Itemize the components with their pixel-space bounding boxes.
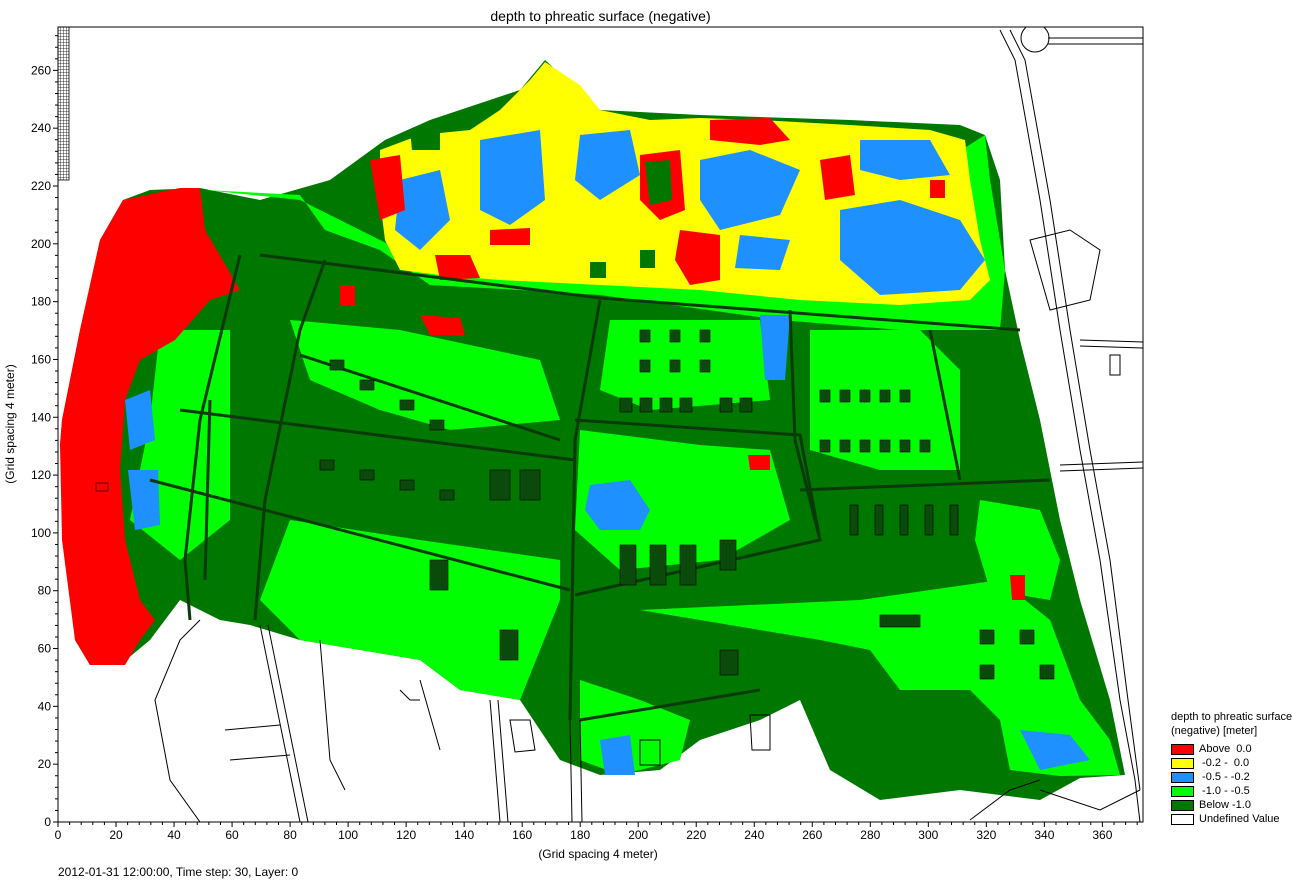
y-tick-label: 140 [31,410,51,424]
x-tick-label: 20 [109,828,123,842]
x-tick-label: 120 [396,828,416,842]
legend-swatch [1171,743,1194,755]
legend-swatch [1171,813,1194,825]
x-tick-label: 280 [860,828,880,842]
legend-label: -0.5 - -0.2 [1199,771,1250,783]
legend: depth to phreatic surface (negative) [me… [1171,710,1292,826]
y-tick-label: 240 [31,121,51,135]
x-tick-label: 300 [918,828,938,842]
x-axis-label: (Grid spacing 4 meter) [538,847,657,861]
y-axis-label: (Grid spacing 4 meter) [3,364,17,483]
y-tick-label: 200 [31,237,51,251]
y-tick-label: 220 [31,179,51,193]
legend-swatch [1171,799,1194,811]
x-tick-label: 160 [512,828,532,842]
x-tick-label: 340 [1034,828,1054,842]
legend-item: Above 0.0 [1171,742,1292,756]
y-tick-label: 40 [38,699,52,713]
y-tick-label: 60 [38,642,52,656]
x-tick-label: 360 [1092,828,1112,842]
x-tick-label: 80 [283,828,297,842]
y-tick-label: 180 [31,295,51,309]
y-tick-label: 80 [38,584,52,598]
legend-item: -1.0 - -0.5 [1171,784,1292,798]
legend-item: -0.2 - 0.0 [1171,756,1292,770]
legend-label: Below -1.0 [1199,799,1251,811]
x-tick-label: 240 [744,828,764,842]
legend-label: Undefined Value [1199,813,1280,825]
x-tick-label: 200 [628,828,648,842]
legend-title-line1: depth to phreatic surface [1171,711,1292,723]
y-tick-label: 0 [44,815,51,829]
grid-pattern-icon [57,26,70,181]
legend-swatch [1171,771,1194,783]
x-tick-label: 180 [570,828,590,842]
legend-item: -0.5 - -0.2 [1171,770,1292,784]
y-axis: 0 20 40 60 80 100 120 140 160 180 200 220 240 260 [31,35,58,829]
legend-label: -0.2 - 0.0 [1199,757,1250,769]
y-tick-label: 120 [31,468,51,482]
y-tick-label: 20 [38,757,52,771]
x-tick-label: 260 [802,828,822,842]
status-line: 2012-01-31 12:00:00, Time step: 30, Laye… [58,865,299,879]
x-tick-label: 0 [55,828,62,842]
x-tick-label: 220 [686,828,706,842]
legend-item: Below -1.0 [1171,798,1292,812]
x-tick-label: 60 [225,828,239,842]
x-tick-label: 40 [167,828,181,842]
legend-label: Above 0.0 [1199,743,1252,755]
y-tick-label: 260 [31,63,51,77]
legend-item: Undefined Value [1171,812,1292,826]
legend-swatch [1171,757,1194,769]
y-tick-label: 100 [31,526,51,540]
map-canvas: 0 20 40 60 80 100 120 140 160 180 200 220 240 260 280 3… [3,26,1144,861]
map-layers [60,27,1143,822]
legend-swatch [1171,785,1194,797]
legend-title-line2: (negative) [meter] [1171,725,1258,737]
legend-label: -1.0 - -0.5 [1199,785,1250,797]
x-tick-label: 100 [338,828,358,842]
x-tick-label: 320 [976,828,996,842]
y-tick-label: 160 [31,352,51,366]
x-axis: 0 20 40 60 80 100 120 140 160 180 200 220 240 260 280 3… [55,822,1138,842]
x-tick-label: 140 [454,828,474,842]
